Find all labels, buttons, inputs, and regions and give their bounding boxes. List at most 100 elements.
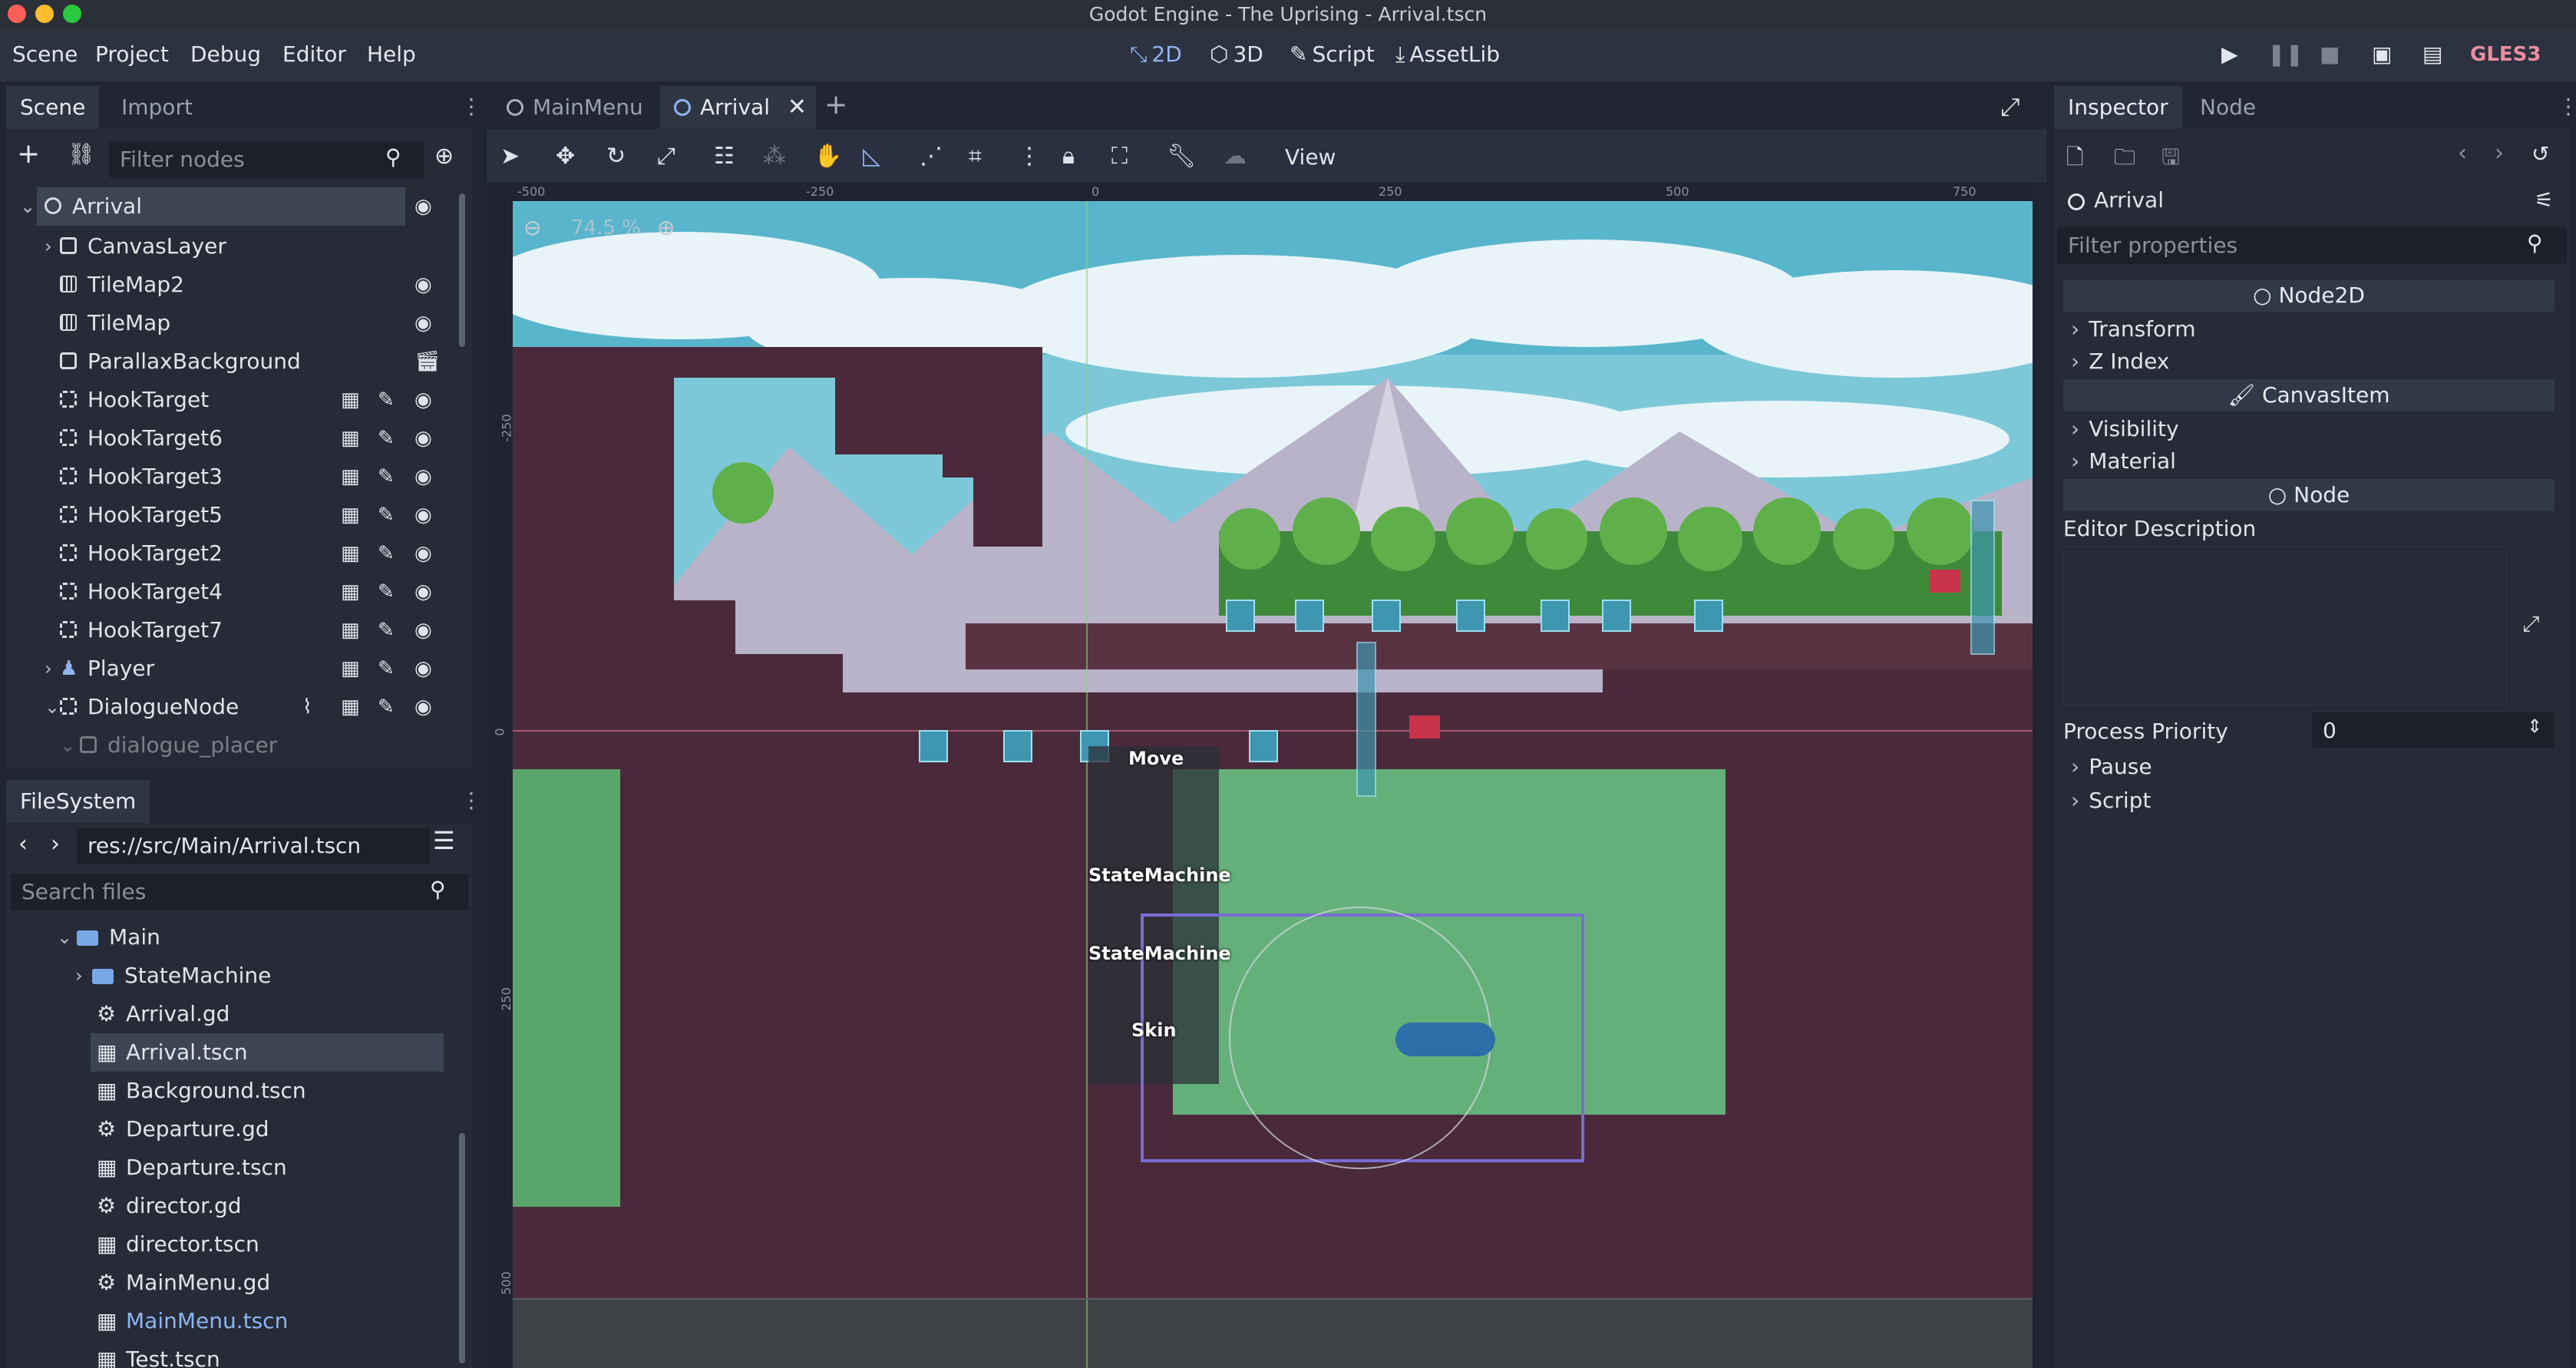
snap-options-icon[interactable]: ⋮	[1018, 143, 1041, 170]
collapse-arrow-icon[interactable]: ›	[75, 957, 83, 995]
workspace-script-button[interactable]: ✎ Script	[1290, 41, 1375, 67]
clapper-icon[interactable]: ▦	[341, 388, 360, 411]
expand-textarea-icon[interactable]: ⤢	[2522, 611, 2539, 637]
clapper-icon[interactable]: ▦	[341, 696, 360, 719]
script-icon[interactable]: ✎	[378, 388, 395, 411]
menu-project[interactable]: Project	[95, 41, 169, 67]
search-files-input[interactable]: Search files	[11, 874, 468, 910]
visibility-eye-icon[interactable]: ◉	[414, 312, 432, 335]
file-item-mainmenu-tscn[interactable]: ▦ MainMenu.tscn	[91, 1302, 444, 1340]
add-node-icon[interactable]: +	[17, 138, 40, 170]
play-icon[interactable]: ▶	[2221, 41, 2238, 67]
menu-debug[interactable]: Debug	[190, 41, 261, 67]
property-pause[interactable]: › Pause	[2063, 751, 2555, 783]
renderer-label[interactable]: GLES3	[2470, 43, 2541, 66]
forward-icon[interactable]: ›	[51, 831, 60, 857]
scene-tree-scrollbar[interactable]	[459, 193, 465, 347]
script-icon[interactable]: ✎	[378, 427, 395, 450]
visibility-eye-icon[interactable]: ◉	[414, 580, 432, 603]
smart-snap-icon[interactable]: ⋰	[920, 143, 943, 170]
visibility-eye-icon[interactable]: ◉	[414, 542, 432, 565]
tree-item-arrival[interactable]: ⌄ Arrival	[20, 187, 405, 226]
script-icon[interactable]: ✎	[378, 696, 395, 719]
file-tree-scrollbar[interactable]	[459, 1133, 465, 1363]
file-item-test-tscn[interactable]: ▦ Test.tscn	[91, 1340, 444, 1368]
script-icon[interactable]: ✎	[378, 542, 395, 565]
tree-item-tilemap2[interactable]: TileMap2	[37, 266, 451, 304]
filter-properties-input[interactable]: Filter properties	[2057, 227, 2567, 264]
script-icon[interactable]: ✎	[378, 657, 395, 680]
property-visibility[interactable]: › Visibility	[2063, 413, 2555, 445]
expand-arrow-icon[interactable]: ⌄	[20, 187, 35, 226]
history-back-icon[interactable]: ‹	[2458, 140, 2467, 167]
visibility-eye-icon[interactable]: ◉	[414, 657, 432, 680]
tab-arrival[interactable]: Arrival ✕	[660, 86, 816, 129]
skeleton-icon[interactable]: 🔧︎	[1167, 143, 1196, 170]
zoom-level[interactable]: 74.5 %	[571, 216, 641, 240]
save-icon[interactable]: 🖫︎	[2162, 141, 2180, 178]
stop-icon[interactable]: ■	[2320, 41, 2340, 67]
file-item-departure-tscn[interactable]: ▦ Departure.tscn	[91, 1148, 444, 1187]
close-tab-icon[interactable]: ✕	[788, 86, 807, 129]
play-scene-icon[interactable]: ▣	[2372, 41, 2392, 67]
clapper-icon[interactable]: ▦	[341, 580, 360, 603]
tree-item-canvaslayer[interactable]: › CanvasLayer	[37, 227, 451, 266]
dock-menu-icon[interactable]: ⋮	[461, 94, 482, 119]
cloud-icon[interactable]: ☁	[1224, 143, 1247, 170]
filter-nodes-input[interactable]: Filter nodes	[109, 141, 424, 178]
tab-import[interactable]: Import	[107, 86, 206, 129]
collapse-arrow-icon[interactable]: ›	[45, 649, 52, 688]
tab-inspector[interactable]: Inspector	[2054, 86, 2182, 129]
menu-editor[interactable]: Editor	[282, 41, 346, 67]
pan-tool-icon[interactable]: ✋	[814, 143, 842, 170]
fullscreen-icon[interactable]: ⤢	[2000, 92, 2020, 122]
history-forward-icon[interactable]: ›	[2495, 140, 2504, 167]
menu-help[interactable]: Help	[367, 41, 416, 67]
pivot-tool-icon[interactable]: ⁂	[763, 143, 786, 170]
zoom-out-icon[interactable]: ⊖	[523, 215, 541, 240]
clapper-icon[interactable]: ▦	[341, 657, 360, 680]
file-item-background-tscn[interactable]: ▦ Background.tscn	[91, 1072, 444, 1110]
clapper-icon[interactable]: 🎬︎	[414, 350, 440, 373]
workspace-assetlib-button[interactable]: ⤓ AssetLib	[1395, 41, 1500, 68]
visibility-eye-icon[interactable]: ◉	[414, 427, 432, 450]
visibility-eye-icon[interactable]: ◉	[414, 388, 432, 411]
spinner-icon[interactable]: ⇕	[2527, 715, 2542, 737]
tab-mainmenu[interactable]: MainMenu	[493, 86, 657, 129]
expand-arrow-icon[interactable]: ⌄	[45, 688, 60, 726]
file-item-main[interactable]: ⌄ Main	[52, 918, 451, 957]
section-node[interactable]: ○ Node	[2063, 479, 2555, 511]
clapper-icon[interactable]: ▦	[341, 427, 360, 450]
dock-menu-icon[interactable]: ⋮	[461, 788, 482, 813]
view-menu[interactable]: View	[1285, 144, 1336, 170]
attach-script-icon[interactable]: ⊕	[434, 143, 454, 170]
file-item-arrival-gd[interactable]: ⚙ Arrival.gd	[91, 995, 444, 1033]
group-icon[interactable]: ⛶	[1111, 143, 1128, 170]
select-tool-icon[interactable]: ➤	[500, 143, 520, 170]
zoom-in-icon[interactable]: ⊕	[657, 215, 675, 240]
clapper-icon[interactable]: ▦	[341, 504, 360, 527]
workspace-3d-button[interactable]: ⬡ 3D	[1210, 41, 1263, 67]
section-node2d[interactable]: ○ Node2D	[2063, 279, 2555, 312]
new-resource-icon[interactable]: 🗋︎	[2066, 141, 2084, 178]
list-select-icon[interactable]: ☷	[714, 143, 735, 170]
script-icon[interactable]: ✎	[378, 619, 395, 642]
signal-icon[interactable]: ⌇	[302, 696, 312, 719]
tree-item-dialogue-placer[interactable]: ⌄ dialogue_placer	[37, 726, 451, 765]
split-view-icon[interactable]: ☰	[433, 826, 455, 855]
visibility-eye-icon[interactable]: ◉	[414, 504, 432, 527]
clapper-icon[interactable]: ▦	[341, 542, 360, 565]
workspace-2d-button[interactable]: ⤡ 2D	[1130, 41, 1182, 68]
tree-item-parallaxbackground[interactable]: ParallaxBackground	[37, 342, 451, 381]
move-tool-icon[interactable]: ✥	[556, 143, 575, 170]
property-z-index[interactable]: › Z Index	[2063, 345, 2555, 378]
scale-tool-icon[interactable]: ⤢	[657, 143, 675, 170]
menu-scene[interactable]: Scene	[12, 41, 78, 67]
tab-node[interactable]: Node	[2186, 86, 2270, 129]
editor-description-textarea[interactable]	[2063, 547, 2507, 705]
visibility-eye-icon[interactable]: ◉	[414, 619, 432, 642]
visibility-eye-icon[interactable]: ◉	[414, 195, 432, 218]
file-item-director-tscn[interactable]: ▦ director.tscn	[91, 1225, 444, 1264]
instance-scene-icon[interactable]: ⛓	[68, 141, 95, 167]
property-script[interactable]: › Script	[2063, 785, 2555, 817]
